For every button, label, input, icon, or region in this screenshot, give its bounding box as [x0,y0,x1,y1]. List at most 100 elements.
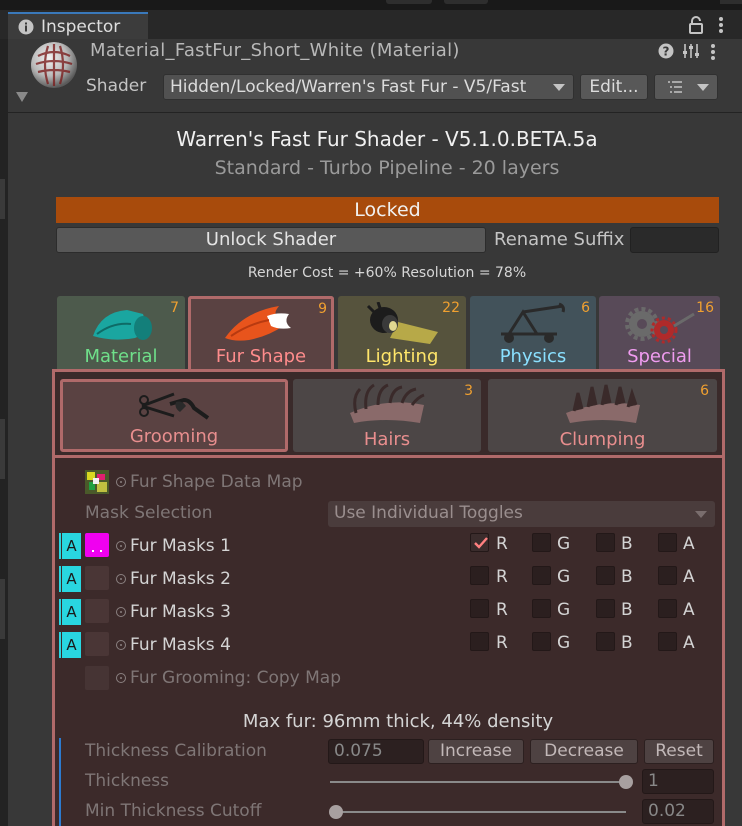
shader-label: Shader [86,76,147,96]
mask-2-r-checkbox[interactable] [470,566,489,585]
mask-2-texture[interactable] [85,566,109,590]
list-icon [668,81,682,93]
tab-clumping[interactable]: 6 Clumping [488,379,717,452]
tab-label: Hairs [363,429,411,450]
thickness-input[interactable]: 1 [642,769,714,794]
shader-title: Warren's Fast Fur Shader - V5.1.0.BETA.5… [176,127,598,151]
channel-label: B [621,600,633,620]
fur-grooming-copy-map-label: Fur Grooming: Copy Map [130,668,341,688]
min-cutoff-slider-thumb[interactable] [328,805,343,819]
unlock-shader-button[interactable]: Unlock Shader [56,227,486,253]
kebab-menu-icon[interactable] [718,16,724,34]
tab-grooming[interactable]: Grooming [60,379,288,452]
toolbar-button[interactable] [386,0,432,4]
thickness-label: Thickness [85,771,170,791]
dropdown-arrow-icon [553,84,565,91]
clumping-icon [562,383,644,425]
reset-button[interactable]: Reset [644,739,714,764]
mask-selection-dropdown[interactable]: Use Individual Toggles [328,501,715,527]
channel-label: G [557,600,571,620]
component-menu-icon[interactable] [710,43,716,61]
mask-3-r-checkbox[interactable] [470,599,489,618]
grooming-tools-icon [134,386,214,426]
lock-icon[interactable] [688,16,704,34]
tab-lighting[interactable]: 22 Lighting [338,296,466,369]
help-icon[interactable]: ? [658,43,674,59]
material-preview-icon [30,42,78,88]
mask-3-texture[interactable] [85,599,109,623]
thickness-calibration-label: Thickness Calibration [85,741,267,761]
toolbar-button[interactable] [444,0,488,4]
fur-masks-1-label: Fur Masks 1 [130,536,231,556]
min-cutoff-input[interactable]: 0.02 [642,799,714,824]
header-divider [8,112,742,113]
channel-label: R [496,567,508,587]
mask-2-b-checkbox[interactable] [596,566,615,585]
channel-label: A [683,534,695,554]
channel-label: A [683,567,695,587]
tab-count: 7 [170,300,179,316]
lighting-icon [360,302,444,348]
mask-3-b-checkbox[interactable] [596,599,615,618]
min-cutoff-slider-track[interactable] [330,811,626,813]
tab-inspector[interactable]: Inspector [8,12,148,40]
mask-selection-value: Use Individual Toggles [334,503,523,523]
channel-label: B [621,633,633,653]
shader-dropdown-value: Hidden/Locked/Warren's Fast Fur - V5/Fas… [170,77,527,97]
toolbar-button[interactable] [720,0,742,4]
tab-count: 3 [464,383,473,399]
mask-3-g-checkbox[interactable] [532,599,551,618]
mask-1-a-checkbox[interactable] [658,533,677,552]
tab-hairs[interactable]: 3 Hairs [293,379,481,452]
mask-4-a-checkbox[interactable] [658,632,677,651]
foldout-arrow-icon[interactable] [16,92,28,102]
dropdown-arrow-icon [697,84,709,91]
channel-label: R [496,534,508,554]
property-dot-icon [116,607,126,617]
shader-list-button[interactable] [654,74,718,100]
mask-badge: A [59,632,81,658]
mask-1-texture[interactable] [85,533,109,557]
decrease-button[interactable]: Decrease [530,739,638,764]
render-cost-info: Render Cost = +60% Resolution = 78% [247,265,527,281]
mask-2-g-checkbox[interactable] [532,566,551,585]
mask-3-a-checkbox[interactable] [658,599,677,618]
mask-2-a-checkbox[interactable] [658,566,677,585]
material-icon [83,302,159,346]
data-map-thumbnail[interactable] [85,470,109,494]
material-title: Material_FastFur_Short_White (Material) [90,40,460,61]
mask-4-g-checkbox[interactable] [532,632,551,651]
tab-label: Special [627,346,692,367]
edit-shader-button[interactable]: Edit... [580,74,648,100]
mask-1-r-checkbox[interactable] [470,533,489,552]
thickness-calibration-input[interactable]: 0.075 [328,739,424,764]
tab-physics[interactable]: 6 Physics [470,296,596,369]
tab-fur-shape[interactable]: 9 Fur Shape [188,296,334,369]
channel-label: R [496,600,508,620]
tab-special[interactable]: 16 Special [599,296,720,369]
channel-label: G [557,534,571,554]
mask-selection-label: Mask Selection [85,503,213,523]
tab-label: Inspector [41,17,121,37]
dropdown-arrow-icon [695,511,707,518]
mask-4-texture[interactable] [85,632,109,656]
mask-1-g-checkbox[interactable] [532,533,551,552]
channel-label: B [621,567,633,587]
mask-4-r-checkbox[interactable] [470,632,489,651]
preset-sliders-icon[interactable] [682,42,700,60]
increase-button[interactable]: Increase [428,739,524,764]
thickness-slider-track[interactable] [330,781,626,783]
shader-dropdown[interactable]: Hidden/Locked/Warren's Fast Fur - V5/Fas… [163,74,574,100]
rename-suffix-input[interactable] [630,227,719,253]
mask-badge: A [59,566,81,592]
mask-1-b-checkbox[interactable] [596,533,615,552]
mask-4-b-checkbox[interactable] [596,632,615,651]
tab-material[interactable]: 7 Material [57,296,185,369]
fur-masks-3-label: Fur Masks 3 [130,602,231,622]
channel-label: G [557,633,571,653]
hairs-icon [346,383,428,425]
locked-banner: Locked [56,197,719,223]
tab-count: 22 [442,300,460,316]
thickness-slider-thumb[interactable] [619,775,633,789]
copy-map-texture[interactable] [85,666,109,690]
